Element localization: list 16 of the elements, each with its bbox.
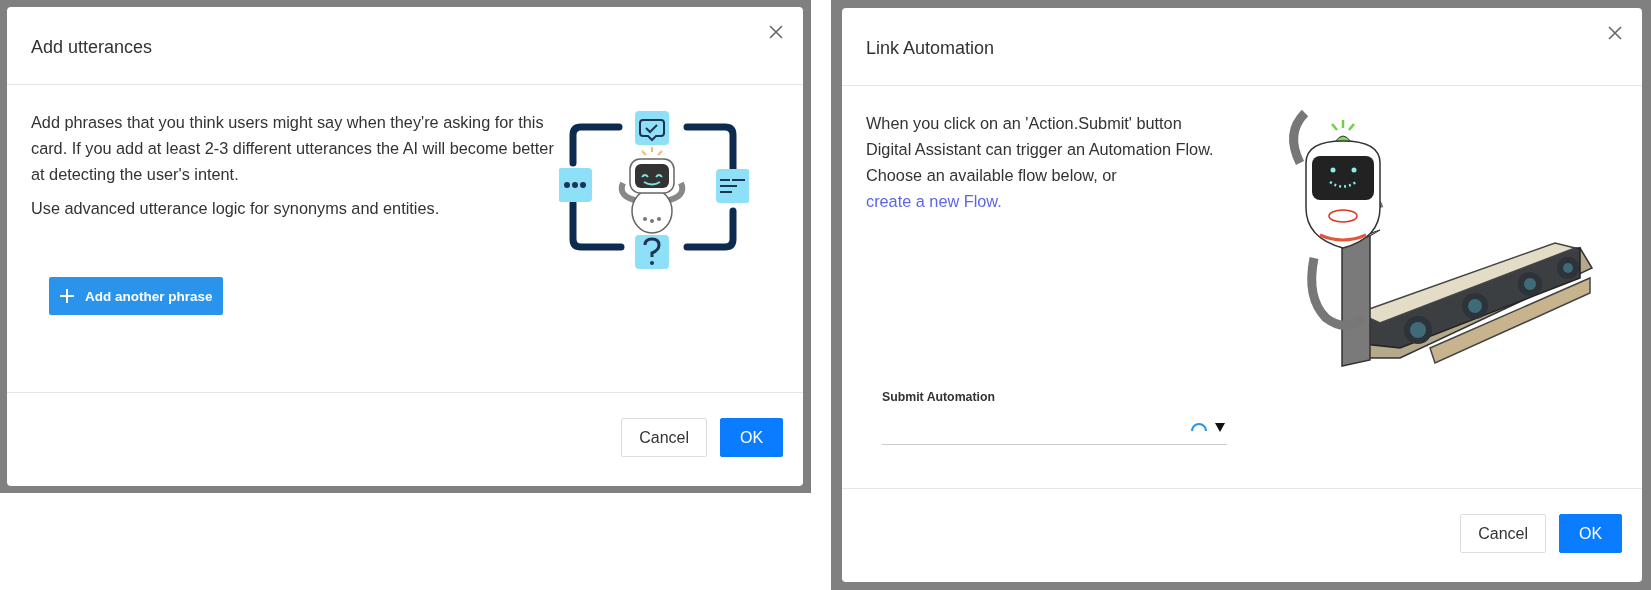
ok-button[interactable]: OK <box>720 418 783 457</box>
ok-button[interactable]: OK <box>1559 514 1622 553</box>
description-text: Add phrases that you think users might say when they're asking for this card. If you add at least 2-3 different utterances the AI will become better at detecting the user's intent. <box>31 112 555 185</box>
dialog-title: Add utterances <box>31 37 153 58</box>
cancel-button[interactable]: Cancel <box>621 418 707 457</box>
description-text: Use advanced utterance logic for synonyms and entities. <box>31 198 441 219</box>
add-phrase-button[interactable]: Add another phrase <box>49 277 223 315</box>
caret-icon <box>1215 422 1225 432</box>
field-label: Submit Automation <box>882 390 996 404</box>
description-text: When you click on an 'Action.Submit' button Digital Assistant can trigger an Automation Flow. Choose an available flow below, or create a new Flow. <box>866 113 1215 212</box>
cancel-button[interactable]: Cancel <box>1460 514 1546 553</box>
close-icon[interactable] <box>769 25 783 39</box>
dialog-title: Link Automation <box>866 38 995 59</box>
create-flow-link[interactable]: create a new Flow. <box>866 192 1002 210</box>
plus-icon <box>59 288 75 304</box>
close-icon[interactable] <box>1608 26 1622 40</box>
